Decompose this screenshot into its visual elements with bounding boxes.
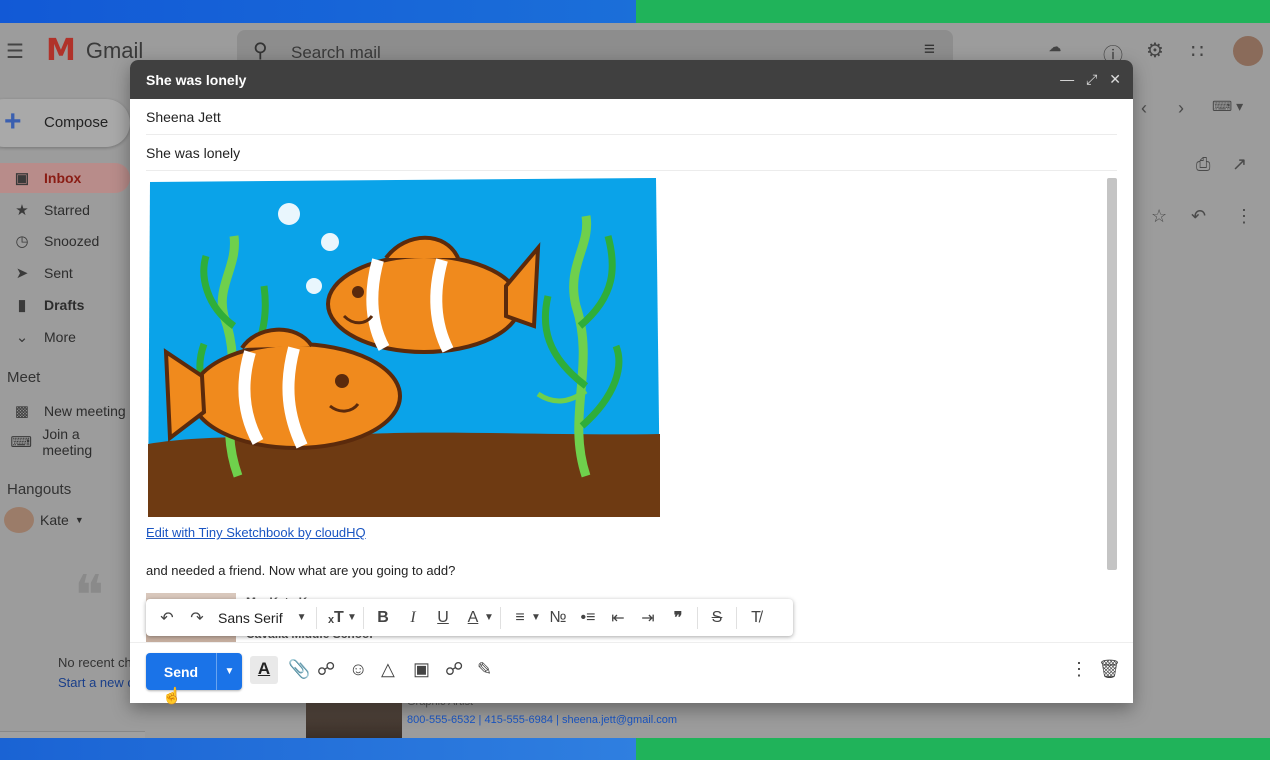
video-camera-icon: ▩	[14, 403, 30, 420]
sidebar-item-inbox[interactable]: ▣ Inbox	[0, 163, 130, 193]
hangouts-quote-icon: ❝	[74, 564, 105, 627]
clock-icon: ◷	[15, 233, 29, 250]
caret-down-icon[interactable]: ▼	[529, 604, 543, 631]
caret-down-icon: ▼	[296, 612, 307, 623]
redo-icon[interactable]: ↷	[182, 604, 212, 631]
caret-down-icon[interactable]: ▼	[482, 604, 496, 631]
bottom-banner	[0, 738, 1270, 760]
inbox-icon: ▣	[14, 170, 30, 187]
hangouts-user[interactable]: Kate ▼	[0, 505, 130, 535]
draft-file-icon: ▮	[17, 297, 27, 314]
top-banner	[0, 0, 1270, 23]
emoji-icon[interactable]: ☺	[349, 659, 367, 680]
minimize-icon[interactable]: —	[1060, 71, 1074, 88]
strikethrough-icon[interactable]: S	[702, 604, 732, 631]
embedded-sketch-image[interactable]	[146, 176, 662, 517]
account-avatar[interactable]	[1233, 36, 1263, 66]
recipient-chip[interactable]: Sheena Jett	[146, 109, 221, 125]
italic-icon[interactable]: I	[398, 604, 428, 631]
search-options-icon[interactable]: ≡	[924, 39, 935, 61]
compose-plus-icon: +	[4, 105, 22, 138]
reply-icon[interactable]: ↶	[1191, 206, 1206, 227]
compose-action-bar: Send ▼ A 📎 ☍ ☺ △ ▣ ☍ ✎ ⋮ 🗑	[130, 642, 1133, 703]
google-drive-icon[interactable]: △	[381, 659, 395, 680]
hand-cursor-icon: ☝	[162, 688, 182, 705]
meet-heading: Meet	[7, 369, 41, 386]
print-icon[interactable]: ⎙	[1196, 154, 1210, 175]
prev-page-icon[interactable]: ‹	[1141, 98, 1147, 119]
next-page-icon[interactable]: ›	[1178, 98, 1184, 119]
edit-sketch-link[interactable]: Edit with Tiny Sketchbook by cloudHQ	[146, 525, 366, 540]
cloudhq-icon[interactable]: ☁	[1049, 40, 1061, 54]
sidebar-item-snoozed[interactable]: ◷ Snoozed	[0, 226, 130, 256]
insert-link-icon[interactable]: ☍	[317, 659, 335, 680]
compose-title-bar[interactable]: She was lonely — ⤢ ✕	[130, 60, 1133, 99]
close-icon[interactable]: ✕	[1109, 71, 1121, 88]
open-in-new-window-icon[interactable]: ↗	[1232, 154, 1247, 175]
subject-text: She was lonely	[146, 144, 241, 161]
scrollbar[interactable]	[1107, 178, 1117, 570]
bulleted-list-icon[interactable]: •≡	[573, 604, 603, 631]
sidebar-item-drafts[interactable]: ▮ Drafts	[0, 290, 130, 320]
send-options-icon[interactable]: ▼	[217, 653, 242, 690]
compose-button[interactable]: + Compose	[0, 99, 130, 147]
attach-file-icon[interactable]: 📎	[288, 659, 310, 680]
sidebar-item-more[interactable]: ⌄ More	[0, 322, 130, 352]
user-avatar	[4, 507, 34, 533]
subject-field[interactable]: She was lonely	[146, 135, 1117, 171]
sidebar-item-starred[interactable]: ★ Starred	[0, 195, 130, 225]
star-icon: ★	[15, 202, 29, 219]
settings-gear-icon[interactable]: ⚙	[1146, 38, 1164, 63]
gmail-m-icon: M	[46, 33, 76, 68]
sidebar-item-sent[interactable]: ➤ Sent	[0, 258, 130, 288]
remove-formatting-icon[interactable]: T̸	[741, 604, 771, 631]
send-icon: ➤	[15, 265, 29, 282]
numbered-list-icon[interactable]: №	[543, 604, 573, 631]
more-options-icon[interactable]: ⋮	[1070, 659, 1088, 680]
caret-down-icon: ▼	[74, 515, 84, 525]
font-family-select[interactable]: Sans Serif ▼	[212, 604, 312, 631]
confidential-mode-icon[interactable]: ☍	[445, 659, 463, 680]
chevron-down-icon: ⌄	[15, 329, 29, 346]
meet-new-meeting[interactable]: ▩ New meeting	[0, 396, 130, 426]
indent-less-icon[interactable]: ⇤	[603, 604, 633, 631]
more-options-icon[interactable]: ⋮	[1235, 206, 1253, 227]
formatting-toolbar: ↶ ↷ Sans Serif ▼ ₓT ▼ B I U A ▼ ≡ ▼ № •≡…	[146, 599, 793, 636]
keyboard-icon: ⌨	[10, 434, 32, 451]
star-outline-icon[interactable]: ☆	[1151, 206, 1167, 227]
gmail-logo[interactable]: M Gmail	[46, 33, 143, 68]
message-body-text[interactable]: and needed a friend. Now what are you go…	[146, 563, 455, 578]
signature-pen-icon[interactable]: ✎	[477, 659, 492, 680]
send-button[interactable]: Send ▼	[146, 653, 242, 690]
insert-photo-icon[interactable]: ▣	[413, 659, 430, 680]
hangouts-heading: Hangouts	[7, 481, 72, 498]
apps-grid-icon[interactable]: ∷	[1191, 39, 1204, 64]
compose-title: She was lonely	[146, 71, 247, 88]
to-field[interactable]: Sheena Jett	[146, 99, 1117, 135]
quote-icon[interactable]: ❞	[663, 604, 693, 631]
bold-icon[interactable]: B	[368, 604, 398, 631]
signature-contact: 800-555-6532 | 415-555-6984 | sheena.jet…	[407, 714, 678, 726]
indent-more-icon[interactable]: ⇥	[633, 604, 663, 631]
fullscreen-icon[interactable]: ⤢	[1086, 71, 1097, 88]
input-tools-icon[interactable]: ⌨ ▾	[1212, 98, 1243, 115]
compose-window: She was lonely — ⤢ ✕ Sheena Jett She was…	[130, 60, 1133, 703]
discard-draft-trash-icon[interactable]: 🗑	[1098, 659, 1121, 680]
caret-down-icon[interactable]: ▼	[345, 604, 359, 631]
underline-icon[interactable]: U	[428, 604, 458, 631]
meet-join-meeting[interactable]: ⌨ Join a meeting	[0, 426, 130, 458]
undo-icon[interactable]: ↶	[152, 604, 182, 631]
formatting-options-icon[interactable]: A	[250, 656, 278, 684]
hamburger-menu-icon[interactable]: ☰	[6, 39, 24, 64]
